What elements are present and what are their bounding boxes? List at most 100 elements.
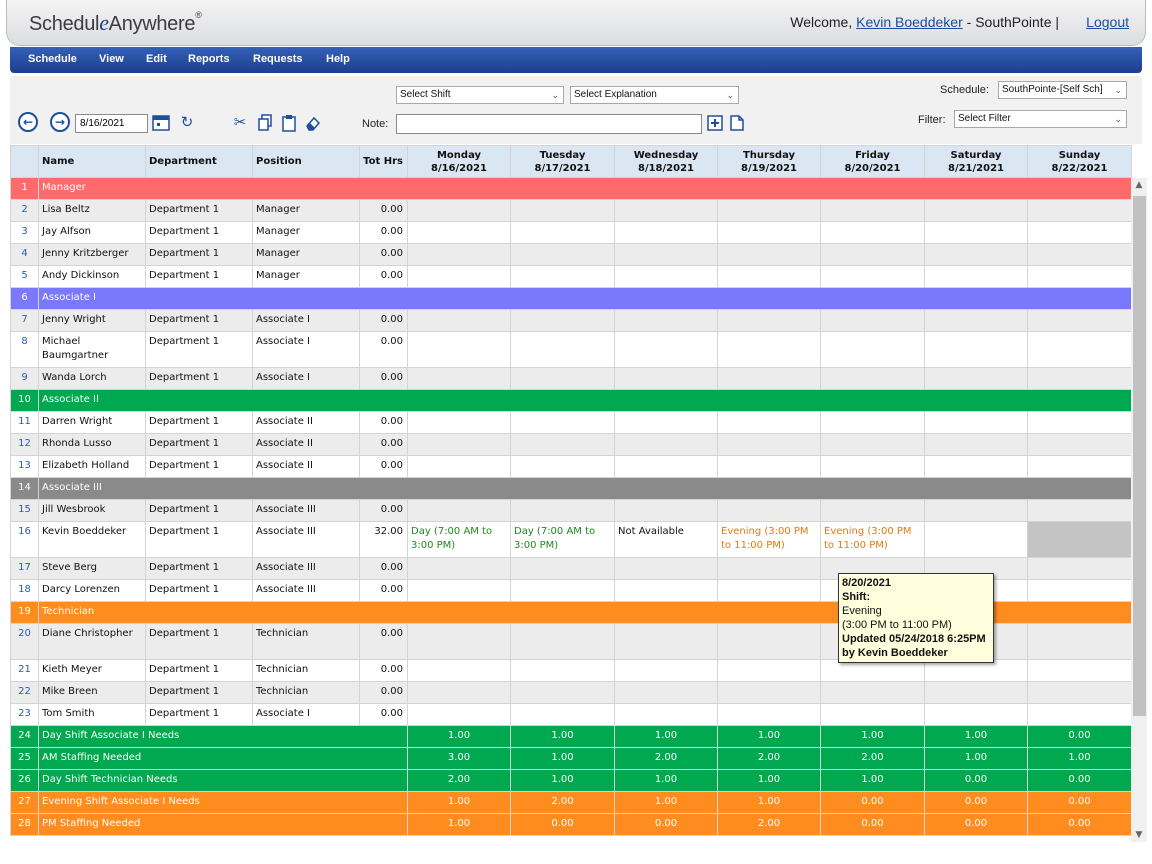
schedule-cell[interactable] bbox=[407, 455, 511, 478]
header-day-sunday[interactable]: Sunday 8/22/2021 bbox=[1027, 145, 1132, 178]
select-shift-dropdown[interactable]: Select Shift ⌄ bbox=[396, 86, 564, 104]
schedule-cell[interactable] bbox=[614, 455, 718, 478]
schedule-cell[interactable] bbox=[717, 659, 821, 682]
schedule-cell[interactable] bbox=[510, 243, 615, 266]
eraser-icon[interactable] bbox=[304, 114, 322, 132]
schedule-cell[interactable] bbox=[820, 499, 925, 522]
schedule-cell[interactable] bbox=[407, 623, 511, 660]
schedule-cell[interactable] bbox=[820, 309, 925, 332]
employee-row[interactable]: 7 Jenny Wright Department 1 Associate I 0.00 bbox=[10, 309, 1132, 332]
schedule-cell[interactable] bbox=[407, 703, 511, 726]
header-tot-hrs[interactable]: Tot Hrs bbox=[359, 145, 408, 178]
calendar-icon[interactable] bbox=[152, 114, 170, 132]
schedule-cell[interactable] bbox=[510, 199, 615, 222]
schedule-cell[interactable] bbox=[614, 681, 718, 704]
schedule-cell[interactable] bbox=[717, 331, 821, 368]
schedule-cell[interactable] bbox=[510, 499, 615, 522]
schedule-cell[interactable] bbox=[820, 243, 925, 266]
filter-dropdown[interactable]: Select Filter ⌄ bbox=[954, 110, 1127, 128]
arrow-right-circle-icon[interactable]: → bbox=[50, 112, 70, 132]
employee-name[interactable]: Wanda Lorch bbox=[38, 367, 146, 390]
schedule-cell[interactable] bbox=[407, 331, 511, 368]
menu-requests[interactable]: Requests bbox=[253, 53, 303, 65]
schedule-cell[interactable] bbox=[924, 243, 1028, 266]
schedule-cell[interactable] bbox=[1027, 623, 1132, 660]
menu-help[interactable]: Help bbox=[326, 53, 350, 65]
group-header-row[interactable]: 1 Manager bbox=[10, 177, 1132, 200]
scroll-down-icon[interactable]: ▼ bbox=[1131, 828, 1147, 842]
copy-icon[interactable] bbox=[256, 114, 274, 132]
schedule-cell[interactable] bbox=[1027, 199, 1132, 222]
schedule-cell[interactable] bbox=[614, 499, 718, 522]
header-day-tuesday[interactable]: Tuesday 8/17/2021 bbox=[510, 145, 615, 178]
schedule-cell[interactable] bbox=[1027, 243, 1132, 266]
schedule-cell[interactable] bbox=[614, 243, 718, 266]
schedule-cell[interactable] bbox=[1027, 367, 1132, 390]
employee-row[interactable]: 13 Elizabeth Holland Department 1 Associate… bbox=[10, 455, 1132, 478]
employee-row[interactable]: 9 Wanda Lorch Department 1 Associate I 0.00 bbox=[10, 367, 1132, 390]
header-day-saturday[interactable]: Saturday 8/21/2021 bbox=[924, 145, 1028, 178]
staffing-needs-row[interactable]: 28 PM Staffing Needed 1.00 0.00 0.00 2.00 0.00… bbox=[10, 813, 1132, 836]
employee-name[interactable]: Elizabeth Holland bbox=[38, 455, 146, 478]
schedule-cell[interactable] bbox=[820, 455, 925, 478]
staffing-needs-row[interactable]: 25 AM Staffing Needed 3.00 1.00 2.00 2.00 2.00… bbox=[10, 747, 1132, 770]
staffing-needs-row[interactable]: 26 Day Shift Technician Needs 2.00 1.00 1.00… bbox=[10, 769, 1132, 792]
employee-name[interactable]: Jay Alfson bbox=[38, 221, 146, 244]
schedule-cell[interactable] bbox=[614, 331, 718, 368]
select-explanation-dropdown[interactable]: Select Explanation ⌄ bbox=[570, 86, 739, 104]
menu-edit[interactable]: Edit bbox=[146, 53, 167, 65]
schedule-cell[interactable] bbox=[510, 411, 615, 434]
employee-row[interactable]: 4 Jenny Kritzberger Department 1 Manager 0.0… bbox=[10, 243, 1132, 266]
employee-name[interactable]: Steve Berg bbox=[38, 557, 146, 580]
schedule-cell[interactable] bbox=[1027, 221, 1132, 244]
schedule-cell[interactable] bbox=[614, 579, 718, 602]
employee-name[interactable]: Tom Smith bbox=[38, 703, 146, 726]
schedule-cell[interactable] bbox=[614, 199, 718, 222]
schedule-cell[interactable] bbox=[407, 579, 511, 602]
schedule-cell[interactable] bbox=[510, 623, 615, 660]
schedule-cell[interactable] bbox=[510, 557, 615, 580]
schedule-cell[interactable] bbox=[614, 265, 718, 288]
schedule-cell[interactable] bbox=[510, 455, 615, 478]
schedule-cell[interactable] bbox=[820, 703, 925, 726]
schedule-cell[interactable] bbox=[924, 521, 1028, 558]
employee-name[interactable]: Kevin Boeddeker bbox=[38, 521, 146, 558]
note-input[interactable] bbox=[396, 114, 702, 134]
schedule-cell[interactable] bbox=[614, 221, 718, 244]
group-header-row[interactable]: 6 Associate I bbox=[10, 287, 1132, 310]
grid-scrollbar[interactable]: ▲ ▼ bbox=[1131, 178, 1147, 842]
employee-name[interactable]: Darcy Lorenzen bbox=[38, 579, 146, 602]
note-icon[interactable] bbox=[728, 114, 746, 132]
schedule-cell[interactable] bbox=[407, 499, 511, 522]
schedule-cell[interactable] bbox=[717, 433, 821, 456]
employee-row[interactable]: 16 Kevin Boeddeker Department 1 Associate I… bbox=[10, 521, 1132, 558]
schedule-cell[interactable] bbox=[614, 659, 718, 682]
schedule-cell[interactable] bbox=[924, 199, 1028, 222]
schedule-cell[interactable] bbox=[510, 265, 615, 288]
header-day-wednesday[interactable]: Wednesday 8/18/2021 bbox=[614, 145, 718, 178]
schedule-cell[interactable] bbox=[717, 265, 821, 288]
schedule-cell[interactable] bbox=[717, 243, 821, 266]
schedule-cell[interactable] bbox=[820, 265, 925, 288]
schedule-cell[interactable] bbox=[407, 243, 511, 266]
schedule-cell[interactable] bbox=[1027, 265, 1132, 288]
schedule-cell[interactable] bbox=[924, 221, 1028, 244]
schedule-cell[interactable] bbox=[407, 557, 511, 580]
schedule-cell[interactable] bbox=[407, 367, 511, 390]
employee-name[interactable]: Rhonda Lusso bbox=[38, 433, 146, 456]
schedule-cell[interactable] bbox=[510, 579, 615, 602]
schedule-cell[interactable]: Evening (3:00 PM to 11:00 PM) bbox=[717, 521, 821, 558]
group-header-row[interactable]: 10 Associate II bbox=[10, 389, 1132, 412]
schedule-cell[interactable] bbox=[717, 221, 821, 244]
staffing-needs-row[interactable]: 27 Evening Shift Associate I Needs 1.00 2.0… bbox=[10, 791, 1132, 814]
date-input[interactable]: 8/16/2021 bbox=[75, 114, 148, 133]
menu-schedule[interactable]: Schedule bbox=[28, 53, 77, 65]
schedule-cell[interactable] bbox=[510, 221, 615, 244]
schedule-cell[interactable] bbox=[924, 681, 1028, 704]
schedule-cell[interactable] bbox=[614, 309, 718, 332]
schedule-cell[interactable] bbox=[1027, 455, 1132, 478]
schedule-cell[interactable] bbox=[820, 367, 925, 390]
schedule-cell[interactable] bbox=[820, 331, 925, 368]
schedule-cell[interactable] bbox=[924, 331, 1028, 368]
employee-name[interactable]: Andy Dickinson bbox=[38, 265, 146, 288]
